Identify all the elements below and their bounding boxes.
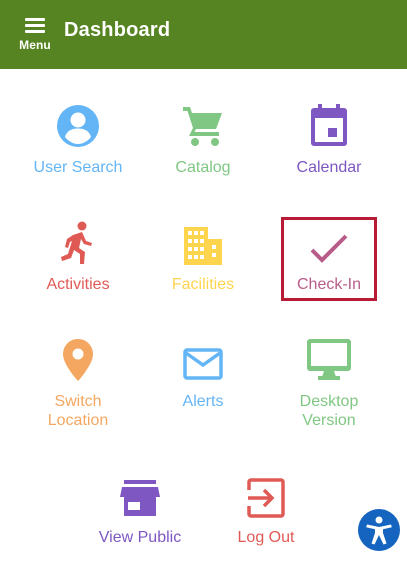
calendar-icon bbox=[309, 100, 349, 148]
tile-catalog[interactable]: Catalog bbox=[143, 100, 263, 177]
accessibility-button[interactable] bbox=[358, 509, 400, 551]
envelope-icon bbox=[182, 334, 224, 382]
tile-label: Facilities bbox=[171, 276, 235, 293]
app-header: Menu Dashboard bbox=[0, 0, 407, 69]
tile-label: Check-In bbox=[296, 276, 362, 293]
tile-desktop-version[interactable]: Desktop Version bbox=[269, 334, 389, 430]
accessibility-icon bbox=[366, 516, 392, 545]
hamburger-icon bbox=[25, 18, 45, 34]
tile-label-line: Location bbox=[47, 412, 109, 429]
running-person-icon bbox=[58, 217, 98, 265]
tile-facilities[interactable]: Facilities bbox=[143, 217, 263, 294]
tile-log-out[interactable]: Log Out bbox=[206, 470, 326, 547]
location-pin-icon bbox=[62, 334, 94, 382]
account-circle-icon bbox=[56, 100, 100, 148]
monitor-icon bbox=[306, 334, 352, 382]
menu-label: Menu bbox=[19, 38, 51, 52]
tile-label: View Public bbox=[98, 529, 182, 546]
tile-label-line: Switch bbox=[54, 393, 102, 410]
storefront-icon bbox=[120, 470, 160, 518]
exit-icon bbox=[246, 470, 286, 518]
tile-label-line: Desktop bbox=[299, 393, 359, 410]
page-title: Dashboard bbox=[64, 19, 171, 41]
tile-switch-location[interactable]: Switch Location bbox=[18, 334, 138, 430]
tile-label-line: Version bbox=[302, 412, 356, 429]
tile-view-public[interactable]: View Public bbox=[80, 470, 200, 547]
checkmark-icon bbox=[308, 217, 350, 265]
tile-activities[interactable]: Activities bbox=[18, 217, 138, 294]
shopping-cart-icon bbox=[181, 100, 225, 148]
menu-button[interactable]: Menu bbox=[14, 12, 56, 60]
tile-label: Alerts bbox=[182, 393, 224, 410]
tile-label: User Search bbox=[33, 159, 123, 176]
tile-check-in[interactable]: Check-In bbox=[269, 217, 389, 294]
tile-alerts[interactable]: Alerts bbox=[143, 334, 263, 411]
tile-label: Catalog bbox=[175, 159, 231, 176]
tile-label: Log Out bbox=[237, 529, 295, 546]
tile-calendar[interactable]: Calendar bbox=[269, 100, 389, 177]
building-icon bbox=[182, 217, 224, 265]
tile-label: Activities bbox=[46, 276, 110, 293]
tile-label: Switch Location bbox=[48, 392, 109, 430]
tile-label: Desktop Version bbox=[300, 392, 359, 430]
tile-user-search[interactable]: User Search bbox=[18, 100, 138, 177]
tile-label: Calendar bbox=[296, 159, 362, 176]
